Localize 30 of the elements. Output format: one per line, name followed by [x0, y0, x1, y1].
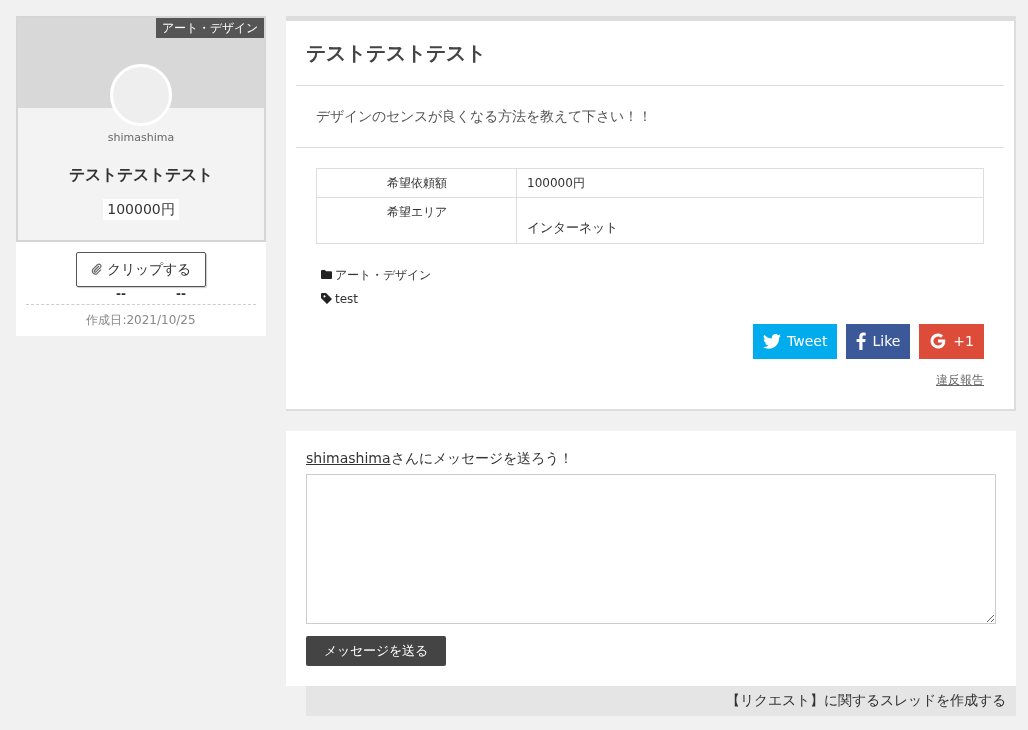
category-link[interactable]: アート・デザイン	[335, 265, 431, 284]
created-date: 作成日:2021/10/25	[86, 312, 196, 327]
user-link[interactable]: shimashima	[306, 449, 391, 466]
paperclip-icon	[91, 263, 103, 275]
table-cell: インターネット	[516, 197, 984, 243]
share-button[interactable]: Like	[846, 323, 911, 359]
g-letter-icon	[929, 332, 948, 350]
price: 100000円	[103, 198, 179, 220]
thread-link[interactable]: 【リクエスト】に関するスレッドを作成する	[726, 691, 1006, 716]
stat-value: --	[176, 286, 186, 301]
stat-value: --	[116, 286, 126, 301]
message-field[interactable]	[306, 473, 996, 624]
f-letter-icon	[856, 332, 867, 350]
category-badge: アート・デザイン	[156, 18, 264, 38]
request-title: テストテストテスト	[306, 40, 487, 67]
table-cell: 希望エリア	[316, 197, 517, 243]
bird-icon	[763, 333, 782, 349]
request-description: デザインのセンスが良くなる方法を教えて下さい！！	[316, 107, 653, 126]
folder-icon	[321, 270, 332, 279]
username: shimashima	[107, 130, 175, 146]
message-prompt: shimashima さんにメッセージを送ろう！	[306, 448, 574, 468]
share-button[interactable]: +1	[919, 323, 984, 359]
tag-icon	[321, 293, 332, 304]
report-link[interactable]: 違反報告	[936, 370, 984, 389]
tag-link[interactable]: test	[335, 289, 359, 308]
table-cell: 希望依頼額	[316, 168, 517, 198]
send-button[interactable]: メッセージを送る	[306, 635, 446, 666]
card-title: テストテストテスト	[69, 163, 213, 186]
table-cell: 100000円	[516, 168, 984, 198]
clip-button[interactable]: クリップする	[76, 251, 206, 287]
